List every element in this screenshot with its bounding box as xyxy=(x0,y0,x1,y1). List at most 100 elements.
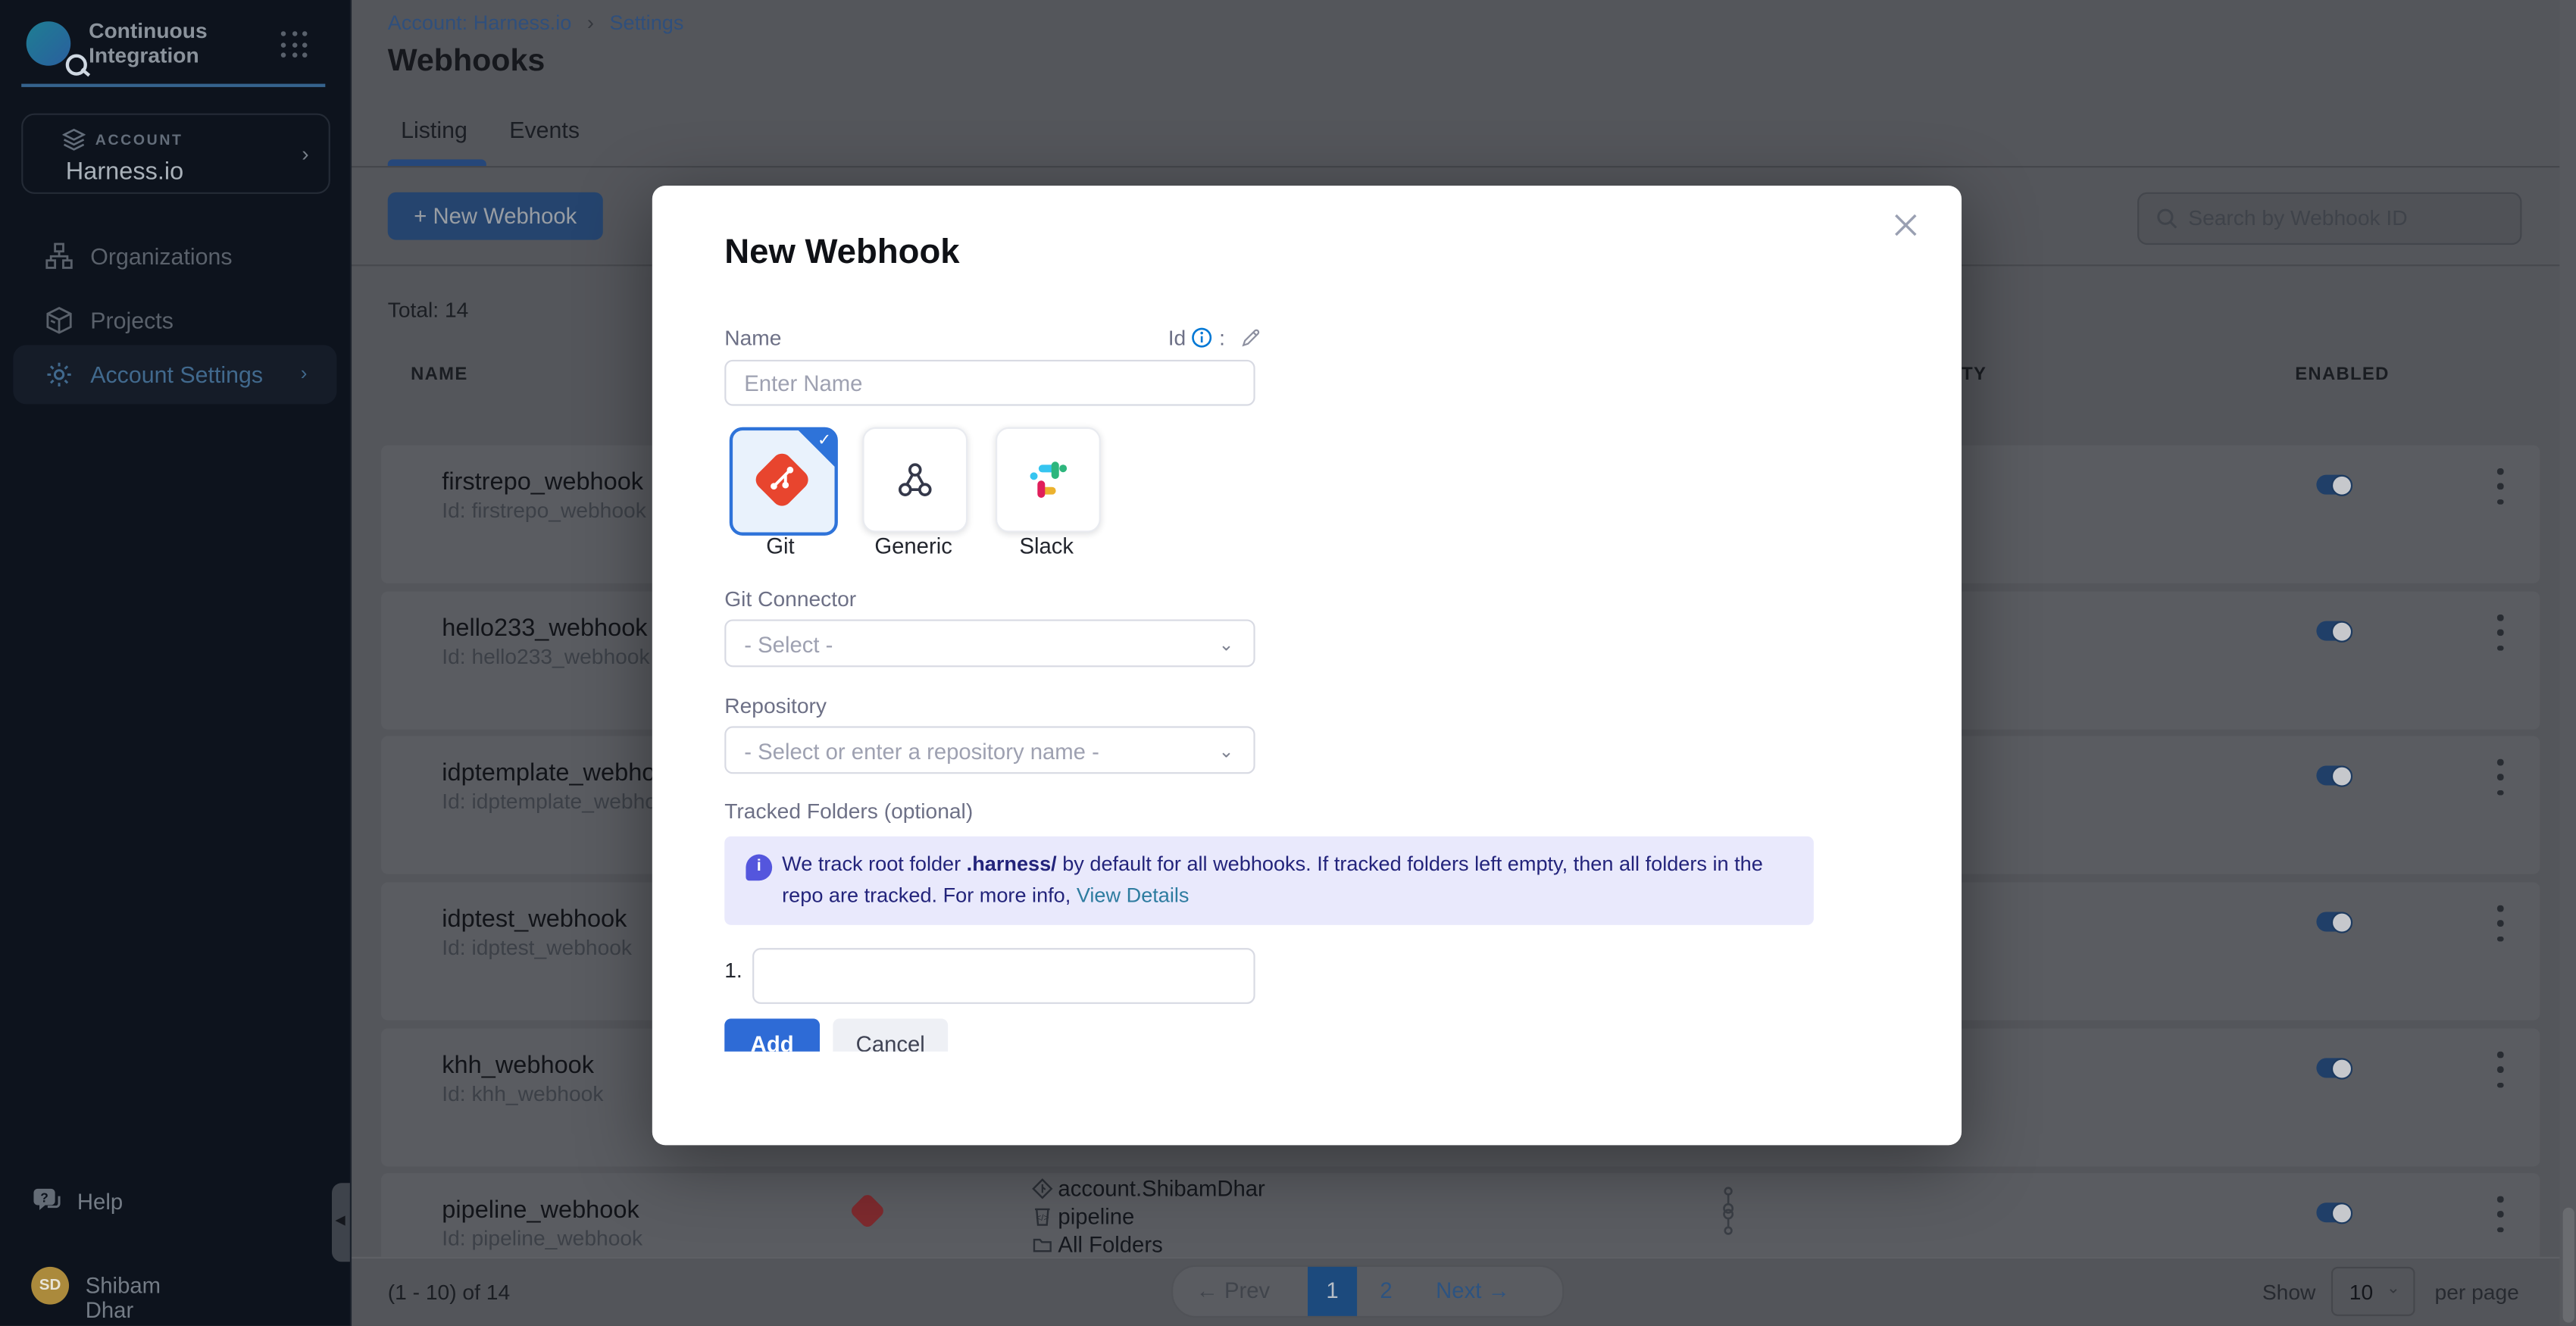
row-menu-button[interactable] xyxy=(2489,902,2512,944)
breadcrumb-separator: › xyxy=(587,11,594,34)
id-label: Id xyxy=(1168,325,1186,350)
per-page-label: per page xyxy=(2435,1280,2519,1305)
scrollbar-thumb[interactable] xyxy=(2562,1208,2574,1323)
type-label-generic: Generic xyxy=(862,534,964,559)
folder-index: 1. xyxy=(724,958,742,983)
name-label: Name xyxy=(724,325,781,350)
cancel-button[interactable]: Cancel xyxy=(833,1018,948,1051)
organizations-icon xyxy=(45,242,74,271)
module-title: Continuous Integration xyxy=(89,18,270,67)
chevron-right-icon: › xyxy=(302,141,308,166)
enabled-toggle[interactable] xyxy=(2316,475,2351,495)
chevron-down-icon: ⌄ xyxy=(2387,1280,2400,1298)
sidebar-item-organizations[interactable]: Organizations xyxy=(13,227,336,286)
tab-events[interactable]: Events xyxy=(509,117,580,143)
enabled-toggle[interactable] xyxy=(2316,912,2351,931)
screen: Continuous Integration ACCOUNT Harness.i… xyxy=(0,0,2576,1326)
svg-text:?: ? xyxy=(40,1190,48,1205)
row-menu-button[interactable] xyxy=(2489,611,2512,654)
next-page-button[interactable]: Next → xyxy=(1436,1278,1510,1303)
info-icon: i xyxy=(746,855,772,881)
triangle-left-icon: ◀ xyxy=(335,1212,345,1227)
edit-pencil-icon[interactable] xyxy=(1241,327,1262,349)
help-chat-icon: ? xyxy=(31,1187,62,1216)
banner-text: We track root folder .harness/ by defaul… xyxy=(782,849,1780,910)
sidebar-collapse-handle[interactable]: ◀ xyxy=(332,1183,350,1262)
enabled-toggle[interactable] xyxy=(2316,765,2351,785)
chevron-right-icon: › xyxy=(301,361,308,384)
git-branch-icon xyxy=(1032,1178,1053,1199)
breadcrumb-account-link[interactable]: Account: Harness.io xyxy=(388,11,572,34)
enabled-toggle[interactable] xyxy=(2316,1202,2351,1222)
account-switcher[interactable]: ACCOUNT Harness.io › xyxy=(21,114,330,194)
tracked-folder-input[interactable] xyxy=(752,948,1255,1004)
info-icon[interactable] xyxy=(1192,327,1213,349)
git-icon xyxy=(849,1193,886,1230)
chevron-down-icon: ⌄ xyxy=(1218,634,1233,655)
breadcrumb: Account: Harness.io › Settings xyxy=(388,11,684,34)
search-icon xyxy=(2156,207,2178,230)
svg-text:</>: </> xyxy=(1036,1212,1049,1223)
chevron-down-icon: ⌄ xyxy=(1218,741,1233,762)
active-tab-underline xyxy=(388,159,486,166)
slack-icon xyxy=(1027,458,1069,501)
search-input[interactable]: Search by Webhook ID xyxy=(2137,192,2521,245)
info-banner: i We track root folder .harness/ by defa… xyxy=(724,837,1814,925)
enabled-toggle[interactable] xyxy=(2316,621,2351,641)
enabled-toggle[interactable] xyxy=(2316,1058,2351,1077)
row-menu-button[interactable] xyxy=(2489,1193,2512,1235)
pipeline-icon: </> xyxy=(1032,1206,1053,1227)
vertical-scrollbar[interactable] xyxy=(2559,0,2576,1326)
account-name: Harness.io xyxy=(66,158,183,186)
breadcrumb-settings-link[interactable]: Settings xyxy=(609,11,683,34)
webhook-icon xyxy=(894,458,936,501)
tracked-folders-label: Tracked Folders (optional) xyxy=(724,799,973,824)
name-input[interactable]: Enter Name xyxy=(724,360,1255,406)
folder-icon xyxy=(1032,1234,1053,1255)
module-switcher-icon[interactable] xyxy=(281,31,309,59)
git-connector-label: Git Connector xyxy=(724,586,856,611)
row-connector: account.ShibamDhar xyxy=(1058,1177,1265,1202)
check-icon: ✓ xyxy=(818,432,831,450)
module-accent-line xyxy=(21,84,325,87)
id-block: Id : xyxy=(1168,325,1262,350)
close-icon[interactable] xyxy=(1887,207,1924,243)
page-1-button[interactable]: 1 xyxy=(1308,1267,1357,1316)
type-card-slack[interactable] xyxy=(996,427,1101,533)
tab-listing[interactable]: Listing xyxy=(401,117,467,143)
page-2-button[interactable]: 2 xyxy=(1380,1278,1392,1303)
gear-icon xyxy=(45,360,74,389)
git-connector-select[interactable]: - Select - ⌄ xyxy=(724,619,1255,667)
row-pipeline: </> pipeline xyxy=(1058,1204,1134,1229)
search-placeholder: Search by Webhook ID xyxy=(2188,205,2407,230)
new-webhook-modal: New Webhook Name Id : Enter Name xyxy=(652,186,1962,1145)
row-menu-button[interactable] xyxy=(2489,1048,2512,1090)
type-label-git: Git xyxy=(730,534,831,559)
user-name: Shibam Dhar xyxy=(86,1273,161,1322)
row-menu-button[interactable] xyxy=(2489,465,2512,508)
type-label-slack: Slack xyxy=(996,534,1097,559)
prev-page-button[interactable]: ← Prev xyxy=(1196,1278,1271,1303)
repository-select[interactable]: - Select or enter a repository name - ⌄ xyxy=(724,726,1255,774)
table-footer: (1 - 10) of 14 ← Prev 1 2 Next → Show 10… xyxy=(350,1257,2576,1326)
row-menu-button[interactable] xyxy=(2489,755,2512,798)
name-input-placeholder: Enter Name xyxy=(744,371,862,396)
sidebar: Continuous Integration ACCOUNT Harness.i… xyxy=(0,0,352,1326)
pagination: ← Prev 1 2 Next → xyxy=(1171,1265,1564,1318)
new-webhook-button[interactable]: + New Webhook xyxy=(388,192,603,240)
row-folders: All Folders xyxy=(1058,1232,1162,1257)
total-count: Total: 14 xyxy=(388,297,469,322)
add-button[interactable]: Add xyxy=(724,1018,820,1051)
view-details-link[interactable]: View Details xyxy=(1077,883,1190,905)
layers-icon xyxy=(62,128,85,151)
column-header-name: NAME xyxy=(411,364,467,384)
help-button[interactable]: ? Help xyxy=(31,1187,62,1223)
sidebar-item-account-settings[interactable]: Account Settings › xyxy=(13,345,336,404)
repository-label: Repository xyxy=(724,693,827,718)
show-label: Show xyxy=(2262,1280,2316,1305)
type-card-generic[interactable] xyxy=(862,427,968,533)
sidebar-item-projects[interactable]: Projects xyxy=(13,291,336,350)
column-header-enabled: ENABLED xyxy=(2295,364,2389,384)
type-card-git[interactable]: ✓ xyxy=(730,427,838,536)
page-size-select[interactable]: 10 ⌄ xyxy=(2331,1267,2415,1316)
